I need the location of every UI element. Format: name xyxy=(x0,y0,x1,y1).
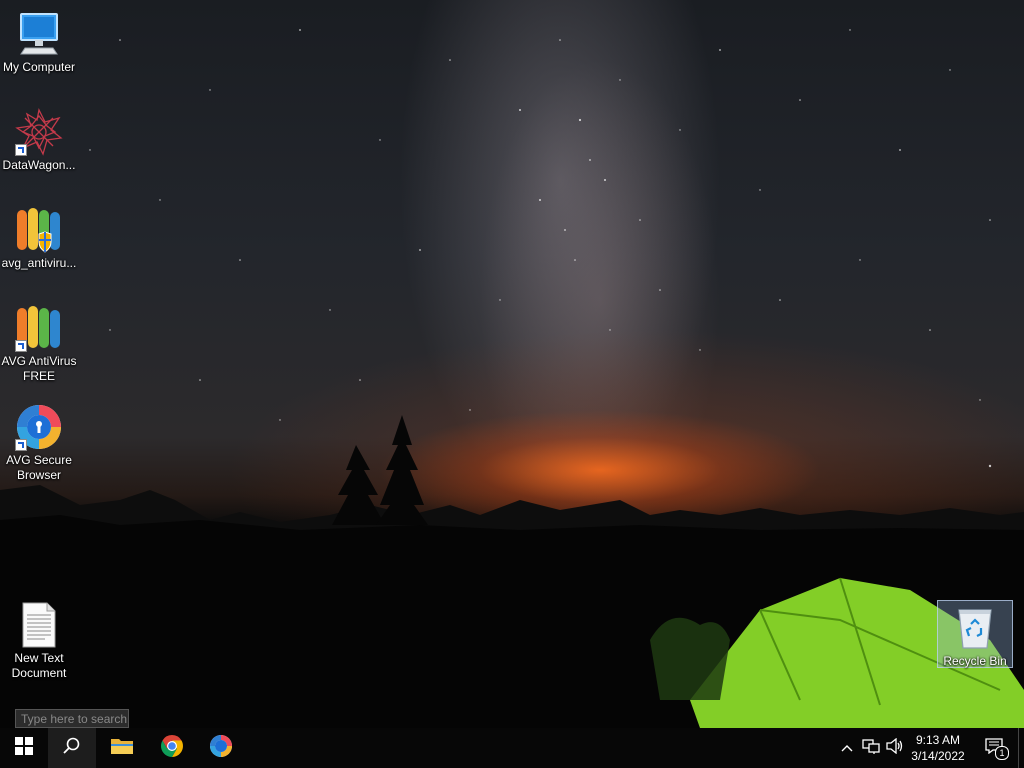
shortcut-arrow-icon xyxy=(15,144,27,156)
desktop-icon-recycle-bin[interactable]: Recycle Bin xyxy=(937,600,1013,668)
desktop-icon-my-computer[interactable]: My Computer xyxy=(1,10,77,75)
search-box-hint[interactable]: Type here to search xyxy=(15,709,129,728)
chevron-up-icon xyxy=(841,739,853,757)
desktop-icon-label: AVG Secure Browser xyxy=(6,453,72,482)
desktop-icon-avg-antivirus-free[interactable]: AVG AntiVirus FREE xyxy=(1,304,77,384)
text-file-icon xyxy=(15,601,63,649)
desktop-icon-label: avg_antiviru... xyxy=(1,256,77,270)
action-center-button[interactable]: 1 xyxy=(980,728,1010,768)
avg-installer-icon xyxy=(15,206,63,254)
search-button[interactable] xyxy=(48,728,96,768)
speaker-icon xyxy=(886,737,904,759)
recycle-bin-icon xyxy=(951,604,999,652)
start-icon xyxy=(15,736,33,760)
desktop-icon-label: New Text Document xyxy=(11,651,67,680)
desktop-icon-label: DataWagon... xyxy=(2,158,76,172)
start-button[interactable] xyxy=(0,728,48,768)
desktop-wallpaper: My Computer DataWagon... avg_antiviru...… xyxy=(0,0,1024,728)
file-explorer-button[interactable] xyxy=(98,728,146,768)
avg-browser-icon xyxy=(209,734,233,763)
desktop-icon-label: Recycle Bin xyxy=(943,654,1007,668)
desktop-icon-label: AVG AntiVirus FREE xyxy=(1,354,77,383)
network-button[interactable] xyxy=(860,728,882,768)
system-clock[interactable]: 9:13 AM 3/14/2022 xyxy=(905,732,971,764)
show-hidden-icons-button[interactable] xyxy=(838,728,856,768)
mountain-landscape xyxy=(0,415,1024,728)
clock-date: 3/14/2022 xyxy=(911,749,965,763)
volume-button[interactable] xyxy=(884,728,906,768)
datawagon-icon xyxy=(15,108,63,156)
clock-time: 9:13 AM xyxy=(915,733,961,747)
search-icon xyxy=(63,737,81,760)
chrome-icon xyxy=(160,734,184,763)
file-explorer-icon xyxy=(110,736,134,761)
avg-secure-browser-button[interactable] xyxy=(197,728,245,768)
shortcut-arrow-icon xyxy=(15,439,27,451)
avg-browser-icon xyxy=(15,403,63,451)
notification-icon: 1 xyxy=(985,738,1009,760)
network-icon xyxy=(862,738,880,759)
desktop-icon-label: My Computer xyxy=(2,60,76,74)
taskbar: 9:13 AM 3/14/2022 1 xyxy=(0,728,1024,768)
desktop-icon-avg-secure-browser[interactable]: AVG Secure Browser xyxy=(1,403,77,483)
chrome-button[interactable] xyxy=(148,728,196,768)
monitor-icon xyxy=(15,10,63,58)
desktop-icon-avg-antivirus-installer[interactable]: avg_antiviru... xyxy=(1,206,77,271)
desktop-icon-new-text-document[interactable]: New Text Document xyxy=(1,601,77,681)
notification-count-badge: 1 xyxy=(995,746,1009,760)
show-desktop-button[interactable] xyxy=(1018,728,1019,768)
shortcut-arrow-icon xyxy=(15,340,27,352)
desktop-icon-datawagon[interactable]: DataWagon... xyxy=(1,108,77,173)
avg-antivirus-icon xyxy=(15,304,63,352)
